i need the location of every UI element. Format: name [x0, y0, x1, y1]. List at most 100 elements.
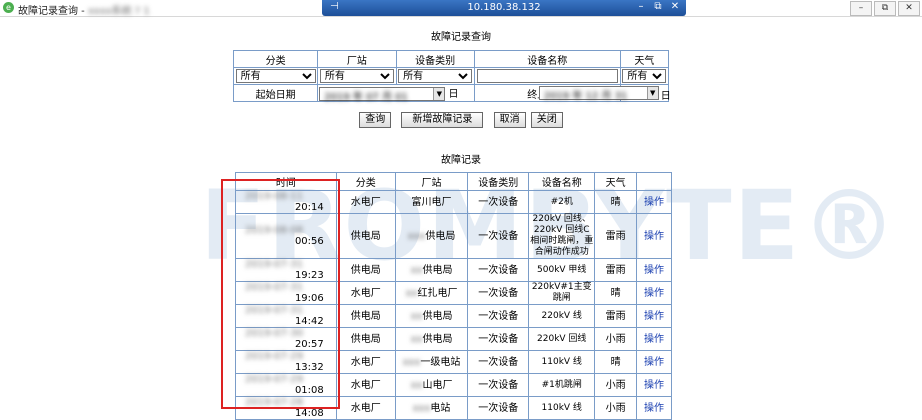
cell-station: xx供电局	[394, 304, 469, 328]
cell-date: 2019-08-11	[245, 191, 304, 202]
cell-time-value: 14:08	[294, 408, 324, 419]
cell-device: #2机	[528, 190, 596, 214]
operate-link[interactable]: 操作	[635, 304, 673, 328]
cell-date: 2019-07-31	[245, 282, 304, 293]
cell-time-value: 01:08	[294, 385, 324, 396]
remote-restore-button[interactable]: ⧉	[651, 1, 665, 12]
weather-select[interactable]: 所有	[622, 69, 667, 83]
col-device-type: 设备类别	[467, 172, 530, 191]
cell-time: 2019-07-31 19:06	[235, 281, 337, 305]
cell-weather: 雷雨	[594, 304, 637, 328]
cell-device-type: 一次设备	[467, 350, 530, 374]
cell-station: xx供电局	[394, 327, 469, 351]
cell-device: #1机跳闸	[528, 373, 596, 397]
cell-category: 水电厂	[335, 190, 396, 214]
start-date-select[interactable]: 2019 年 07 月 01 ▼	[319, 87, 446, 103]
cell-time: 2019-07-29 01:08	[235, 373, 337, 397]
end-date-select[interactable]: 2019 年 12 月 31 ▼	[538, 86, 659, 102]
table-row: 2019-07-31 19:06 水电厂 xx红扎电厂 一次设备 220kV#1主变跳闸晴…	[235, 281, 673, 305]
cell-time: 2019-07-30 20:57	[235, 327, 337, 351]
cell-time-value: 13:32	[294, 362, 324, 373]
cell-time: 2019-07-29 13:32	[235, 350, 337, 374]
col-device-name: 设备名称	[528, 172, 596, 191]
cell-station-blurred: xxx	[412, 402, 431, 414]
cell-station: xx供电局	[394, 258, 469, 282]
cell-station-blurred: xx	[405, 287, 418, 299]
cell-time-value: 14:42	[294, 316, 324, 327]
cell-device: 500kV 甲线	[528, 258, 596, 282]
cell-weather: 晴	[594, 281, 637, 305]
operate-link[interactable]: 操作	[635, 258, 673, 282]
window-controls: – ⧉ ✕	[848, 1, 920, 16]
device-type-select[interactable]: 所有	[398, 69, 473, 83]
cell-station-value: 电站	[430, 402, 451, 414]
remote-connection-bar: ⊣ 10.180.38.132 – ⧉ ✕	[322, 0, 686, 16]
operate-link[interactable]: 操作	[635, 190, 673, 214]
remote-close-button[interactable]: ✕	[668, 1, 682, 12]
cell-device-type: 一次设备	[467, 304, 530, 328]
cell-station-blurred: xx	[410, 310, 423, 322]
remote-minimize-button[interactable]: –	[634, 1, 648, 12]
records-title: 故障记录	[441, 155, 481, 166]
cell-category: 水电厂	[335, 373, 396, 397]
table-row: 2019-07-31 19:23 供电局 xx供电局 一次设备 500kV 甲线 雷雨 操作	[235, 258, 673, 282]
cell-station: xxx一级电站	[394, 350, 469, 374]
cell-time: 2019-07-31 19:23	[235, 258, 337, 282]
cell-weather: 雷雨	[594, 213, 637, 259]
cell-station-blurred: xxx	[407, 230, 426, 242]
cell-category: 供电局	[335, 304, 396, 328]
cell-station: xxx供电局	[394, 213, 469, 259]
cell-date: 2019-08-08	[245, 225, 304, 236]
window-title: 故障记录查询 - xxxx系统 ? 1	[18, 2, 150, 17]
cell-weather: 小雨	[594, 327, 637, 351]
cell-station-value: 一级电站	[420, 356, 461, 368]
start-date-label: 起始日期	[232, 84, 319, 102]
cell-time-value: 20:14	[294, 202, 324, 213]
cell-category: 供电局	[335, 258, 396, 282]
add-record-button[interactable]: 新增故障记录	[401, 112, 484, 128]
cell-station: xx山电厂	[394, 373, 469, 397]
cell-weather: 晴	[594, 190, 637, 214]
cell-weather: 小雨	[594, 373, 637, 397]
end-day-suffix: 日	[660, 91, 671, 102]
operate-link[interactable]: 操作	[635, 327, 673, 351]
cell-date: 2019-07-30	[245, 328, 304, 339]
query-form: 分类 厂站 设备类别 设备名称 天气 所有 所有 所有 所有 起始日期 2019…	[232, 50, 671, 103]
end-date-value: 2019 年 12 月 31	[543, 91, 628, 102]
start-date-value: 2019 年 07 月 01	[324, 92, 408, 103]
search-button[interactable]: 查询	[359, 112, 392, 128]
cell-device-type: 一次设备	[467, 258, 530, 282]
restore-button[interactable]: ⧉	[874, 1, 896, 16]
col-category: 分类	[335, 172, 396, 191]
header-category: 分类	[232, 50, 319, 68]
cancel-button[interactable]: 取消	[493, 112, 526, 128]
cell-device: 110kV 线	[528, 350, 596, 374]
cell-station-value: 供电局	[425, 230, 456, 242]
cell-date: 2019-07-29	[245, 374, 304, 385]
col-time: 时间	[235, 172, 337, 191]
minimize-button[interactable]: –	[850, 1, 872, 16]
category-select[interactable]: 所有	[235, 69, 316, 83]
col-weather: 天气	[594, 172, 637, 191]
page-title: 故障记录查询	[431, 32, 491, 43]
cell-station-value: 供电局	[422, 264, 453, 276]
station-select[interactable]: 所有	[319, 69, 394, 83]
col-action	[635, 172, 673, 191]
cell-device-type: 一次设备	[467, 281, 530, 305]
cell-device-type: 一次设备	[467, 373, 530, 397]
close-page-button[interactable]: 关闭	[530, 112, 563, 128]
cell-date: 2019-07-28	[245, 397, 304, 408]
remote-controls: – ⧉ ✕	[631, 1, 682, 12]
operate-link[interactable]: 操作	[635, 373, 673, 397]
operate-link[interactable]: 操作	[635, 213, 673, 259]
cell-time: 2019-08-11 20:14	[235, 190, 337, 214]
device-name-input[interactable]	[476, 68, 618, 83]
close-button[interactable]: ✕	[898, 1, 920, 16]
operate-link[interactable]: 操作	[635, 350, 673, 374]
cell-device: 220kV 回线	[528, 327, 596, 351]
records-header-row: 时间 分类 厂站 设备类别 设备名称 天气	[235, 172, 673, 191]
operate-link[interactable]: 操作	[635, 281, 673, 305]
cell-device: 220kV 线	[528, 304, 596, 328]
cell-date: 2019-07-31	[245, 305, 304, 316]
cell-category: 供电局	[335, 213, 396, 259]
